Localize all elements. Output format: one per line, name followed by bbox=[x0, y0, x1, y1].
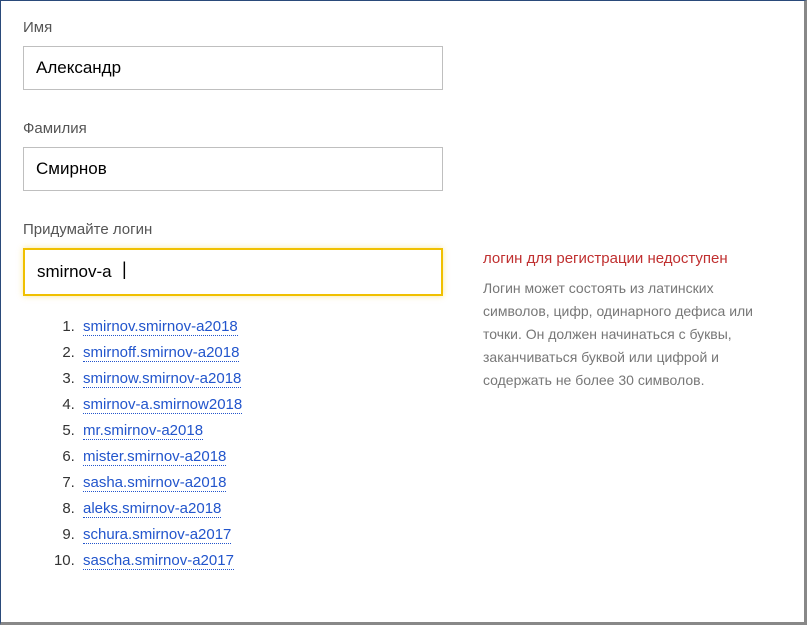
list-item: mr.smirnov-a2018 bbox=[79, 422, 463, 439]
suggestion-link[interactable]: sasha.smirnov-a2018 bbox=[83, 474, 226, 492]
list-item: smirnow.smirnov-a2018 bbox=[79, 370, 463, 387]
suggestion-link[interactable]: smirnow.smirnov-a2018 bbox=[83, 370, 241, 388]
login-validation-panel: логин для регистрации недоступен Логин м… bbox=[463, 248, 782, 392]
error-title: логин для регистрации недоступен bbox=[483, 250, 782, 267]
list-item: smirnov-a.smirnow2018 bbox=[79, 396, 463, 413]
registration-form: Имя Фамилия Придумайте логин | smirnov.s… bbox=[0, 0, 807, 625]
first-name-label: Имя bbox=[23, 19, 782, 36]
list-item: aleks.smirnov-a2018 bbox=[79, 500, 463, 517]
last-name-group: Фамилия bbox=[23, 120, 782, 191]
login-input[interactable] bbox=[23, 248, 443, 296]
suggestion-link[interactable]: aleks.smirnov-a2018 bbox=[83, 500, 221, 518]
suggestion-link[interactable]: smirnov.smirnov-a2018 bbox=[83, 318, 238, 336]
login-group: Придумайте логин | smirnov.smirnov-a2018… bbox=[23, 221, 782, 578]
suggestion-link[interactable]: mr.smirnov-a2018 bbox=[83, 422, 203, 440]
last-name-input[interactable] bbox=[23, 147, 443, 191]
suggestion-link[interactable]: mister.smirnov-a2018 bbox=[83, 448, 226, 466]
suggestion-link[interactable]: smirnov-a.smirnow2018 bbox=[83, 396, 242, 414]
suggestion-link[interactable]: sascha.smirnov-a2017 bbox=[83, 552, 234, 570]
list-item: smirnov.smirnov-a2018 bbox=[79, 318, 463, 335]
first-name-group: Имя bbox=[23, 19, 782, 90]
error-hint: Логин может состоять из латинских символ… bbox=[483, 277, 782, 392]
first-name-input[interactable] bbox=[23, 46, 443, 90]
login-label: Придумайте логин bbox=[23, 221, 782, 238]
list-item: schura.smirnov-a2017 bbox=[79, 526, 463, 543]
list-item: mister.smirnov-a2018 bbox=[79, 448, 463, 465]
last-name-label: Фамилия bbox=[23, 120, 782, 137]
login-suggestions: smirnov.smirnov-a2018 smirnoff.smirnov-a… bbox=[23, 318, 463, 569]
list-item: smirnoff.smirnov-a2018 bbox=[79, 344, 463, 361]
suggestion-link[interactable]: schura.smirnov-a2017 bbox=[83, 526, 231, 544]
suggestion-link[interactable]: smirnoff.smirnov-a2018 bbox=[83, 344, 239, 362]
list-item: sascha.smirnov-a2017 bbox=[79, 552, 463, 569]
list-item: sasha.smirnov-a2018 bbox=[79, 474, 463, 491]
